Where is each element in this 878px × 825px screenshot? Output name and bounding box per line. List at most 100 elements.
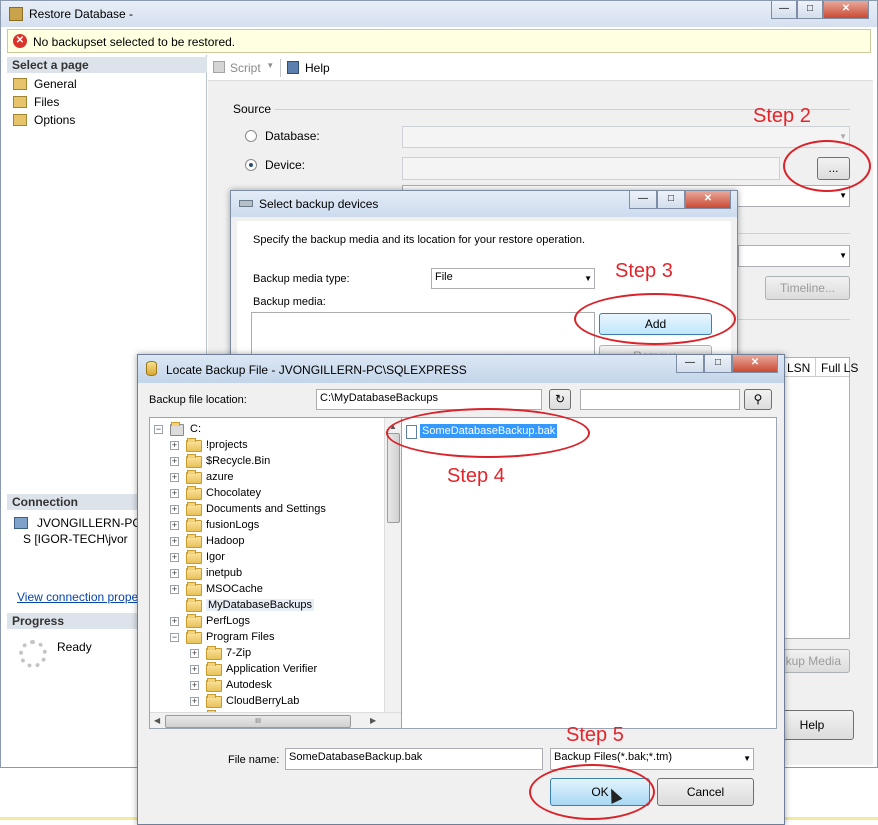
select-page-header: Select a page (7, 57, 207, 73)
folder-icon (206, 646, 222, 660)
tree-folder-item[interactable]: + $Recycle.Bin (150, 454, 382, 470)
expand-icon[interactable]: + (170, 457, 179, 466)
toolbar-separator (280, 59, 281, 77)
col-full-lsn: Full LS (821, 361, 859, 375)
step-4-circle (386, 408, 590, 458)
expand-icon[interactable]: + (170, 569, 179, 578)
expand-icon[interactable]: + (190, 649, 199, 658)
step-5-annotation: Step 5 (566, 724, 624, 746)
search-icon[interactable]: ⚲ (744, 389, 772, 410)
help-toolbar-button[interactable]: Help (305, 61, 330, 75)
media-type-combo[interactable]: File ▼ (431, 268, 595, 289)
expand-icon[interactable]: + (190, 697, 199, 706)
expand-icon[interactable]: + (170, 553, 179, 562)
expand-icon[interactable]: + (170, 617, 179, 626)
toolbar: Script ▾ Help (208, 55, 873, 81)
script-dropdown-icon[interactable]: ▾ (268, 60, 273, 71)
tree-hscroll-thumb[interactable]: III (165, 715, 351, 728)
database-label: Database: (265, 129, 320, 143)
expand-icon[interactable]: + (190, 681, 199, 690)
maximize-button[interactable]: □ (657, 191, 685, 209)
folder-icon (186, 438, 202, 452)
tree-folder-item[interactable]: + Igor (150, 550, 382, 566)
minimize-button[interactable]: — (771, 1, 797, 19)
database-combo[interactable]: ▼ (402, 126, 850, 148)
tree-folder-item[interactable]: + CloudBerryLab (150, 694, 382, 710)
close-button[interactable]: ✕ (823, 1, 869, 19)
file-list[interactable]: SomeDatabaseBackup.bak (401, 417, 777, 729)
folder-icon (206, 662, 222, 676)
tree-folder-item[interactable]: + inetpub (150, 566, 382, 582)
tree-folder-item[interactable]: +7-Zip (150, 646, 382, 662)
folder-icon (206, 678, 222, 692)
location-field[interactable]: C:\MyDatabaseBackups (316, 389, 542, 410)
step-4-annotation: Step 4 (447, 465, 505, 487)
refresh-icon[interactable]: ↻ (549, 389, 571, 410)
tree-folder-item[interactable]: + azure (150, 470, 382, 486)
tree-folder-item[interactable]: − Program Files (150, 630, 382, 646)
close-button[interactable]: ✕ (732, 355, 778, 373)
tree-folder-item[interactable]: + Documents and Settings (150, 502, 382, 518)
page-options[interactable]: Options (11, 112, 201, 128)
folder-icon (186, 550, 202, 564)
folder-icon (186, 454, 202, 468)
collapse-icon[interactable]: − (170, 633, 179, 642)
script-button[interactable]: Script (230, 61, 261, 75)
page-icon (13, 114, 27, 126)
restore-to-combo[interactable]: ▼ (738, 245, 850, 267)
database-radio[interactable] (245, 130, 257, 142)
location-label: Backup file location: (149, 394, 247, 406)
page-icon (13, 96, 27, 108)
page-files[interactable]: Files (11, 94, 201, 110)
tree-folder-item[interactable]: + fusionLogs (150, 518, 382, 534)
expand-icon[interactable]: + (170, 537, 179, 546)
folder-icon (186, 470, 202, 484)
tree-root[interactable]: − C: (150, 422, 380, 438)
expand-icon[interactable]: + (190, 665, 199, 674)
folder-icon (206, 694, 222, 708)
tree-folder-item[interactable]: MyDatabaseBackups (150, 598, 382, 614)
search-field[interactable] (580, 389, 740, 410)
tree-vscroll[interactable]: ▲ (384, 418, 401, 712)
expand-icon[interactable]: + (170, 585, 179, 594)
tree-folder-item[interactable]: + Autodesk (150, 678, 382, 694)
tree-folder-item[interactable]: + MSOCache (150, 582, 382, 598)
expand-icon[interactable]: + (170, 505, 179, 514)
device-icon (239, 200, 253, 207)
minimize-button[interactable]: — (629, 191, 657, 209)
tree-folder-item[interactable]: + !projects (150, 438, 382, 454)
expand-icon[interactable]: + (170, 521, 179, 530)
tree-folder-item[interactable]: + Chocolatey (150, 486, 382, 502)
error-message: No backupset selected to be restored. (33, 35, 236, 49)
tree-hscroll[interactable]: ◀ III ▶ (150, 712, 401, 728)
tree-folder-item[interactable]: + Hadoop (150, 534, 382, 550)
device-field[interactable] (402, 157, 780, 180)
media-type-label: Backup media type: (253, 273, 350, 285)
col-lsn: LSN (787, 361, 811, 375)
close-button[interactable]: ✕ (685, 191, 731, 209)
file-name-label: File name: (228, 754, 280, 766)
page-general[interactable]: General (11, 76, 201, 92)
page-icon (13, 78, 27, 90)
tree-folder-item[interactable]: + Application Verifier (150, 662, 382, 678)
file-name-field[interactable]: SomeDatabaseBackup.bak (285, 748, 543, 770)
expand-icon[interactable]: + (170, 489, 179, 498)
expand-icon[interactable]: + (170, 441, 179, 450)
view-connection-link[interactable]: View connection prope (17, 590, 138, 604)
progress-status: Ready (57, 640, 92, 654)
maximize-button[interactable]: □ (797, 1, 823, 19)
minimize-button[interactable]: — (676, 355, 704, 373)
device-radio[interactable] (245, 159, 257, 171)
dialog-title: Locate Backup File - JVONGILLERN-PC\SQLE… (166, 363, 467, 377)
folder-icon (186, 582, 202, 596)
app-icon (9, 7, 23, 21)
tree-vscroll-thumb[interactable] (387, 433, 400, 523)
expand-icon[interactable]: + (170, 473, 179, 482)
folder-icon (186, 534, 202, 548)
tree-folder-item[interactable]: + PerfLogs (150, 614, 382, 630)
destination-divider (738, 233, 850, 234)
maximize-button[interactable]: □ (704, 355, 732, 373)
timeline-button[interactable]: Timeline... (765, 276, 850, 300)
cancel-button[interactable]: Cancel (657, 778, 754, 806)
folder-tree[interactable]: − C: + !projects + $Recycle.Bin + azure + Choco… (149, 417, 402, 729)
